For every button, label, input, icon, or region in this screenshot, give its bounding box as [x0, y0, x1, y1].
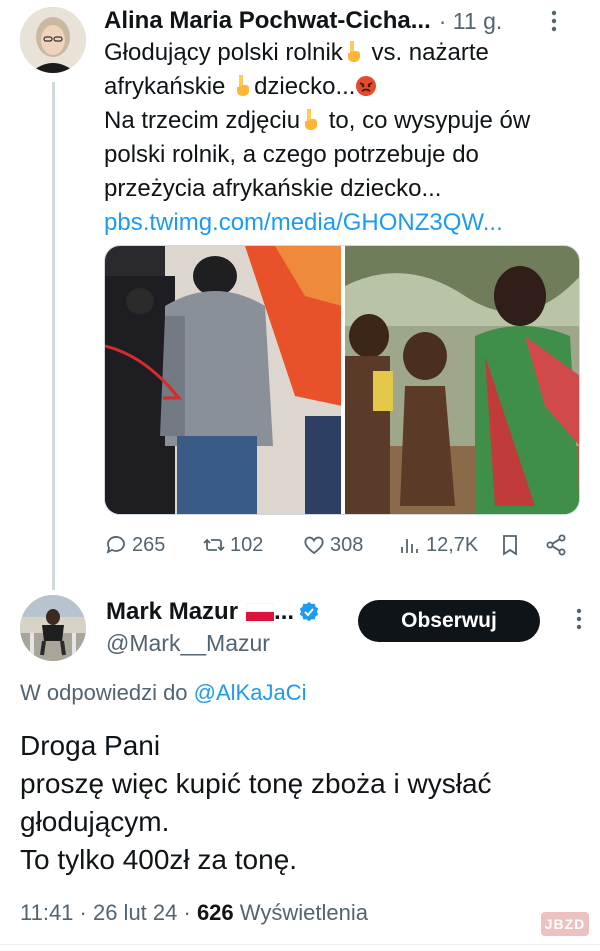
reply-count: 265	[132, 533, 166, 556]
like-count: 308	[330, 533, 364, 556]
share-icon	[546, 534, 566, 556]
verified-badge-icon	[299, 602, 319, 622]
tweet2-author-name[interactable]: Mark Mazur ...	[106, 598, 320, 626]
tweet2-line-4: To tylko 400zł za tonę.	[20, 844, 298, 875]
media-photo-african-family[interactable]	[345, 246, 579, 514]
tweet2-handle[interactable]: @Mark__Mazur	[106, 630, 270, 657]
tweet1-author-name[interactable]: Alina Maria Pochwat-Cicha...	[104, 7, 431, 35]
share-button[interactable]	[544, 530, 568, 560]
reply-context: W odpowiedzi do @AlKaJaCi	[20, 680, 307, 705]
tweet2-text: Droga Pani proszę więc kupić tonę zboża …	[20, 727, 580, 879]
poland-flag-icon	[246, 603, 275, 621]
tweet2-line-1: Droga Pani	[20, 730, 161, 761]
tweet1-line-5: przeżycia afrykańskie dziecko...	[104, 175, 442, 202]
tweet2-meta: 11:41 · 26 lut 24 · 626 Wyświetlenia	[20, 900, 368, 926]
tweet1-line-4: polski rolnik, a czego potrzebuje do	[104, 141, 479, 168]
tweet1-line-2: afrykańskie dziecko...	[104, 70, 574, 104]
tweet1-text: Głodujący polski rolnik vs. nażarte afry…	[104, 36, 574, 240]
bookmark-icon	[503, 535, 517, 556]
author-avatar[interactable]	[20, 7, 86, 73]
views-count: 12,7K	[426, 533, 479, 556]
tweet1-media-grid	[104, 245, 580, 515]
follow-button[interactable]: Obserwuj	[358, 600, 540, 642]
tweet2-line-3: głodującym.	[20, 806, 170, 837]
tweet1-line-3: Na trzecim zdjęciu to, co wysypuje ów	[104, 107, 531, 134]
hand-pointing-down-icon	[347, 41, 360, 62]
tweet2-timestamp[interactable]: 11:41 · 26 lut 24 ·	[20, 900, 197, 925]
repost-icon	[203, 538, 225, 552]
tweet1-line-1: Głodujący polski rolnik vs. nażarte	[104, 39, 489, 66]
divider	[0, 944, 600, 945]
tweet2-views-count: 626	[196, 900, 234, 925]
tweet1-header: Alina Maria Pochwat-Cicha... · 11 g.	[104, 6, 584, 36]
like-button[interactable]: 308	[302, 530, 363, 560]
site-watermark-logo: JBZD	[541, 912, 589, 936]
media-photo-farmer[interactable]	[105, 246, 341, 514]
heart-icon	[304, 536, 324, 555]
reply-button[interactable]: 265	[104, 530, 165, 560]
tweet1-timestamp[interactable]: · 11 g.	[439, 8, 503, 35]
thread-connector-line	[52, 82, 55, 590]
bookmark-button[interactable]	[498, 530, 522, 560]
tweet2-line-2: proszę więc kupić tonę zboża i wysłać	[20, 768, 492, 799]
tweet1-actions: 265 102 308 12,7K	[104, 530, 580, 560]
repost-button[interactable]: 102	[202, 530, 263, 560]
hand-pointing-down-icon	[237, 75, 250, 96]
views-button[interactable]: 12,7K	[398, 530, 478, 560]
angry-face-icon	[356, 76, 377, 96]
hand-pointing-down-icon	[305, 109, 318, 130]
analytics-icon	[401, 539, 418, 553]
tweet2-views-label: Wyświetlenia	[233, 900, 368, 925]
repost-count: 102	[230, 533, 264, 556]
more-options-icon[interactable]	[542, 10, 566, 32]
tweet1-media-link[interactable]: pbs.twimg.com/media/GHONZ3QW...	[104, 206, 574, 240]
reply-to-handle-link[interactable]: @AlKaJaCi	[194, 680, 307, 705]
author-avatar[interactable]	[20, 595, 86, 661]
reply-icon	[106, 536, 125, 554]
more-options-icon[interactable]	[576, 608, 582, 635]
